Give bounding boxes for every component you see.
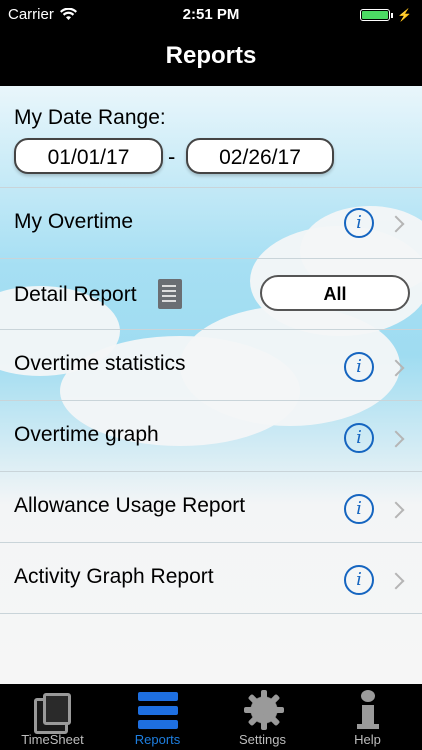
row-label: Allowance Usage Report: [14, 494, 246, 517]
date-separator: -: [168, 144, 176, 169]
tab-label: TimeSheet: [21, 732, 84, 747]
document-icon: [158, 279, 182, 309]
tab-reports[interactable]: Reports: [105, 684, 210, 750]
start-date-button[interactable]: 01/01/17: [14, 138, 163, 174]
timesheet-icon: [34, 693, 71, 734]
row-activity-graph[interactable]: Activity Graph Report i: [0, 543, 422, 614]
info-icon: [356, 690, 380, 730]
chevron-right-icon: [387, 572, 405, 590]
charging-bolt-icon: ⚡: [397, 8, 412, 22]
chevron-right-icon: [387, 359, 405, 377]
top-bar: Carrier 2:51 PM ⚡ Reports: [0, 0, 422, 86]
tab-label: Help: [354, 732, 381, 747]
tab-label: Reports: [134, 732, 181, 747]
tab-settings[interactable]: Settings: [210, 684, 315, 750]
row-allowance-usage[interactable]: Allowance Usage Report i: [0, 472, 422, 543]
status-time: 2:51 PM: [182, 6, 240, 23]
info-icon[interactable]: i: [344, 208, 374, 238]
menu-icon: [138, 692, 178, 730]
row-label: Overtime statistics: [14, 352, 186, 375]
tab-label: Settings: [239, 732, 286, 747]
info-icon[interactable]: i: [344, 352, 374, 382]
row-overtime-graph[interactable]: Overtime graph i: [0, 401, 422, 472]
gear-icon: [244, 690, 284, 730]
chevron-right-icon: [387, 501, 405, 519]
tab-bar: TimeSheet Reports Settings Help: [0, 684, 422, 750]
battery-icon: ⚡: [360, 8, 412, 22]
info-icon[interactable]: i: [344, 494, 374, 524]
date-range-row: My Date Range: 01/01/17 - 02/26/17: [0, 86, 422, 188]
row-my-overtime[interactable]: My Overtime i: [0, 188, 422, 259]
date-range-label: My Date Range:: [14, 106, 166, 129]
tab-help[interactable]: Help: [315, 684, 420, 750]
chevron-right-icon: [387, 430, 405, 448]
detail-filter-button[interactable]: All: [260, 275, 410, 311]
info-icon[interactable]: i: [344, 423, 374, 453]
tab-timesheet[interactable]: TimeSheet: [0, 684, 105, 750]
end-date-button[interactable]: 02/26/17: [186, 138, 334, 174]
chevron-right-icon: [387, 215, 405, 233]
row-label: My Overtime: [14, 210, 134, 233]
info-icon[interactable]: i: [344, 565, 374, 595]
row-label: Activity Graph Report: [14, 565, 214, 588]
row-label: Overtime graph: [14, 423, 159, 446]
status-bar: Carrier 2:51 PM ⚡: [0, 0, 422, 30]
page-title: Reports: [165, 42, 257, 69]
reports-content: My Date Range: 01/01/17 - 02/26/17 My Ov…: [0, 86, 422, 684]
row-detail-report[interactable]: Detail Report All: [0, 259, 422, 330]
row-label: Detail Report: [14, 283, 137, 306]
row-overtime-statistics[interactable]: Overtime statistics i: [0, 330, 422, 401]
